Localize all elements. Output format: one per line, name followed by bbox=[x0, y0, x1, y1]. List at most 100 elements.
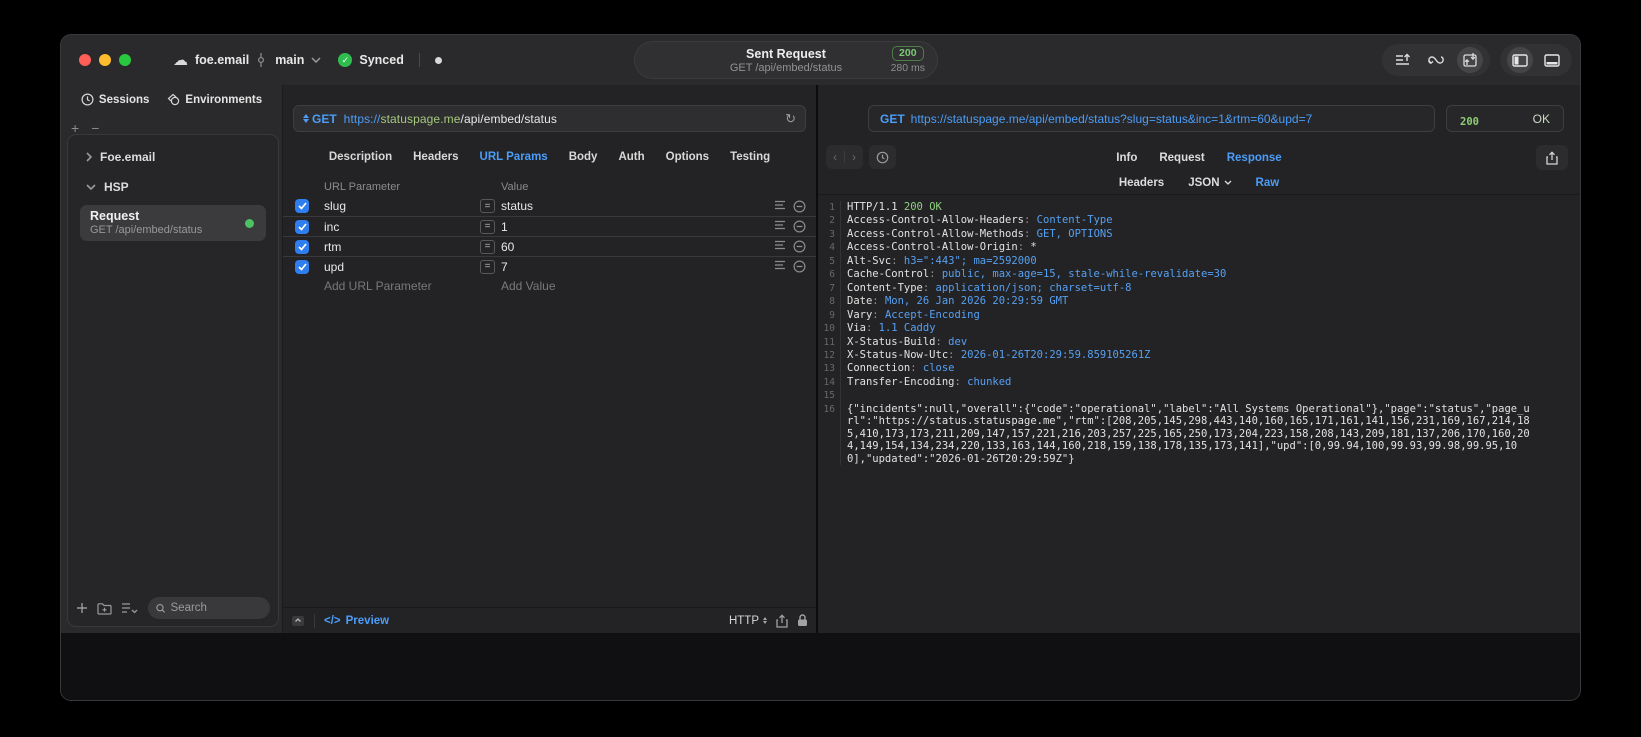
request-url-bar[interactable]: GET https://statuspage.me/api/embed/stat… bbox=[293, 105, 806, 132]
row-remove-icon[interactable] bbox=[793, 220, 806, 233]
sent-request-url: GET https://statuspage.me/api/embed/stat… bbox=[868, 105, 1435, 132]
branch-name[interactable]: main bbox=[275, 53, 304, 67]
param-row[interactable]: inc = 1 bbox=[283, 216, 816, 236]
remove-session-button[interactable]: − bbox=[91, 121, 99, 135]
import-export-button[interactable] bbox=[1456, 47, 1483, 73]
preview-button[interactable]: </> Preview bbox=[324, 615, 389, 627]
param-checkbox[interactable] bbox=[295, 259, 309, 274]
add-param-placeholder[interactable]: Add URL Parameter bbox=[319, 279, 480, 293]
tab-headers[interactable]: Headers bbox=[413, 151, 458, 163]
param-name[interactable]: slug bbox=[319, 199, 480, 213]
row-remove-icon[interactable] bbox=[793, 199, 806, 213]
add-value-placeholder[interactable]: Add Value bbox=[480, 279, 758, 293]
history-button[interactable] bbox=[869, 145, 896, 169]
row-menu-icon[interactable] bbox=[774, 220, 786, 230]
history-nav: ‹ › bbox=[826, 145, 863, 169]
sync-status[interactable]: Synced bbox=[359, 53, 403, 67]
request-tabs: Description Headers URL Params Body Auth… bbox=[283, 145, 816, 169]
sidebar-search[interactable] bbox=[148, 597, 270, 619]
param-checkbox[interactable] bbox=[295, 239, 309, 254]
share-request-button[interactable] bbox=[776, 613, 788, 628]
add-session-button[interactable]: + bbox=[71, 121, 79, 135]
footer-divider bbox=[314, 613, 315, 628]
toggle-sidebar-button[interactable] bbox=[1506, 47, 1533, 73]
method-selector[interactable]: GET bbox=[303, 112, 337, 126]
sessions-panel: Foe.email HSP Request GET /api/embed/sta… bbox=[67, 134, 279, 627]
line-number: 9 bbox=[818, 308, 841, 323]
param-row[interactable]: slug = status bbox=[283, 196, 816, 216]
param-checkbox[interactable] bbox=[295, 219, 309, 234]
tab-testing[interactable]: Testing bbox=[730, 151, 770, 163]
back-button[interactable]: ‹ bbox=[833, 150, 837, 164]
request-url[interactable]: https://statuspage.me/api/embed/status bbox=[344, 112, 557, 126]
tab-auth[interactable]: Auth bbox=[618, 151, 644, 163]
resend-icon[interactable]: ↻ bbox=[785, 111, 796, 127]
expand-editor-button[interactable] bbox=[291, 615, 305, 627]
clock-icon bbox=[876, 151, 889, 163]
response-body[interactable]: 1 HTTP/1.1 200 OK 2 Access-Control-Allow-He… bbox=[818, 195, 1580, 633]
toggle-bottom-panel-button[interactable] bbox=[1539, 47, 1565, 73]
tab-info[interactable]: Info bbox=[1116, 152, 1137, 164]
subtab-json[interactable]: JSON bbox=[1188, 177, 1231, 189]
tab-url-params[interactable]: URL Params bbox=[480, 151, 548, 163]
desktop: ☁ foe.email main ✓ Synced Sent Request G… bbox=[0, 0, 1641, 737]
tab-body[interactable]: Body bbox=[569, 151, 598, 163]
http-dropdown-icon bbox=[763, 617, 767, 624]
tab-description[interactable]: Description bbox=[329, 151, 392, 163]
list-options-button[interactable] bbox=[121, 602, 139, 614]
row-menu-icon[interactable] bbox=[774, 240, 786, 250]
forward-button[interactable]: › bbox=[852, 150, 856, 164]
chevron-right-icon[interactable] bbox=[86, 152, 92, 162]
param-row[interactable]: rtm = 60 bbox=[283, 236, 816, 256]
window-footer-area bbox=[61, 633, 1580, 700]
line-number: 13 bbox=[818, 362, 841, 376]
row-remove-icon[interactable] bbox=[793, 260, 806, 273]
param-value[interactable]: status bbox=[501, 199, 533, 213]
chevron-down-icon[interactable] bbox=[86, 184, 96, 190]
param-value[interactable]: 7 bbox=[501, 260, 508, 274]
response-pane: GET https://statuspage.me/api/embed/stat… bbox=[818, 85, 1580, 633]
tree-item-foe-email[interactable]: Foe.email bbox=[76, 145, 270, 169]
http-version-selector[interactable]: HTTP bbox=[729, 615, 767, 627]
subtab-raw[interactable]: Raw bbox=[1256, 177, 1280, 189]
titlebar-divider bbox=[418, 53, 420, 67]
response-method: GET bbox=[880, 111, 905, 126]
line-number: 14 bbox=[818, 375, 841, 390]
subtab-headers[interactable]: Headers bbox=[1119, 177, 1164, 189]
zoom-window-button[interactable] bbox=[119, 54, 131, 66]
request-list-item-selected[interactable]: Request GET /api/embed/status bbox=[80, 205, 266, 241]
code-line: 6 Cache-Control: public, max-age=15, stal… bbox=[818, 268, 1580, 282]
param-name[interactable]: upd bbox=[319, 260, 480, 274]
export-response-button[interactable] bbox=[1536, 145, 1568, 170]
search-input[interactable] bbox=[170, 602, 262, 614]
tab-response[interactable]: Response bbox=[1227, 152, 1282, 164]
tab-request[interactable]: Request bbox=[1159, 152, 1204, 164]
tab-environments[interactable]: Environments bbox=[167, 93, 262, 106]
row-menu-icon[interactable] bbox=[774, 260, 786, 270]
tab-sessions[interactable]: Sessions bbox=[81, 93, 150, 106]
row-menu-icon[interactable] bbox=[774, 200, 786, 210]
tab-options[interactable]: Options bbox=[666, 151, 709, 163]
row-remove-icon[interactable] bbox=[793, 240, 806, 253]
request-status-pill[interactable]: Sent Request GET /api/embed/status 200 2… bbox=[634, 41, 938, 79]
param-value[interactable]: 60 bbox=[501, 240, 514, 254]
param-checkbox[interactable] bbox=[295, 199, 309, 213]
tab-sessions-label: Sessions bbox=[98, 93, 150, 106]
add-param-row[interactable]: Add URL Parameter Add Value bbox=[283, 276, 816, 296]
chevron-down-icon[interactable] bbox=[311, 57, 321, 63]
sync-loop-button[interactable] bbox=[1423, 47, 1449, 73]
project-name[interactable]: foe.email bbox=[195, 53, 249, 67]
param-row[interactable]: upd = 7 bbox=[283, 256, 816, 276]
param-name[interactable]: rtm bbox=[319, 240, 480, 254]
param-value[interactable]: 1 bbox=[501, 220, 508, 234]
code-line: 1 HTTP/1.1 200 OK bbox=[818, 201, 1580, 215]
chevron-down-icon bbox=[1224, 180, 1232, 185]
add-folder-button[interactable] bbox=[97, 602, 112, 615]
lock-icon[interactable] bbox=[797, 614, 808, 627]
add-request-button[interactable] bbox=[76, 602, 88, 614]
close-window-button[interactable] bbox=[79, 54, 91, 66]
minimize-window-button[interactable] bbox=[99, 54, 111, 66]
sort-requests-button[interactable] bbox=[1390, 47, 1416, 73]
param-name[interactable]: inc bbox=[319, 220, 480, 234]
tree-item-hsp[interactable]: HSP bbox=[76, 175, 270, 199]
